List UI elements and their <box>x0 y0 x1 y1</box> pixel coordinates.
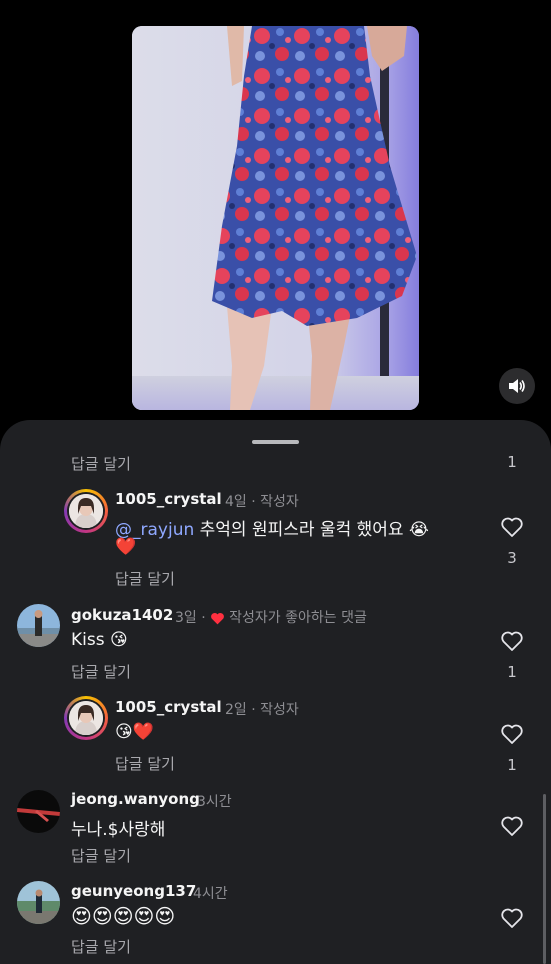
comment-text: 누나.$사랑해 <box>71 820 166 840</box>
meta-separator: · <box>251 494 256 510</box>
avatar[interactable] <box>17 790 60 833</box>
avatar[interactable] <box>64 489 108 533</box>
heart-outline-icon[interactable] <box>500 815 524 837</box>
author-badge: 작성자 <box>260 702 299 718</box>
sheet-grab-handle[interactable] <box>252 440 299 444</box>
avatar-photo <box>69 701 103 735</box>
reply-button[interactable]: 답글 달기 <box>71 936 131 957</box>
comment-username[interactable]: 1005_crystal <box>115 698 222 716</box>
comment-username[interactable]: geunyeong137 <box>71 882 196 900</box>
speaker-icon <box>509 379 525 393</box>
comment-text: 😘❤️ <box>115 722 154 742</box>
meta-separator: · <box>251 702 256 718</box>
video-frame-dress <box>132 26 419 410</box>
scrollbar[interactable] <box>543 794 546 964</box>
reply-button[interactable]: 답글 달기 <box>71 845 131 866</box>
sound-toggle-button[interactable] <box>499 368 535 404</box>
heart-outline-icon[interactable] <box>500 630 524 652</box>
heart-outline-icon[interactable] <box>500 723 524 745</box>
like-count[interactable]: 1 <box>502 453 522 471</box>
comment-time: 4일 <box>225 494 247 510</box>
comment-text-line2: ❤️ <box>115 537 137 557</box>
red-heart-icon <box>211 612 225 624</box>
comment-meta: 4일 · 작성자 <box>225 491 299 511</box>
comment-username[interactable]: jeong.wanyong <box>71 790 200 808</box>
video-player[interactable] <box>132 26 419 410</box>
reply-button[interactable]: 답글 달기 <box>71 661 131 682</box>
avatar-photo <box>17 604 60 647</box>
liked-by-author-label: 작성자가 좋아하는 댓글 <box>229 610 367 626</box>
comment-time: 3일 <box>175 610 197 626</box>
like-count[interactable]: 1 <box>502 756 522 774</box>
meta-separator: · <box>201 610 206 626</box>
avatar-photo <box>17 881 60 924</box>
avatar-photo <box>17 790 60 833</box>
comment-text: 😍😍😍😍😍 <box>71 904 176 928</box>
comment-time: 2일 <box>225 702 247 718</box>
comment-meta: 2일 · 작성자 <box>225 699 299 719</box>
avatar[interactable] <box>17 604 60 647</box>
heart-outline-icon[interactable] <box>500 907 524 929</box>
comment-username[interactable]: gokuza1402 <box>71 606 173 624</box>
comment-body: 추억의 원피스라 울컥 했어요 😭 <box>199 520 429 540</box>
comment-text: Kiss 😘 <box>71 630 128 650</box>
like-count[interactable]: 3 <box>502 549 522 567</box>
comment-time: 3시간 <box>197 794 232 810</box>
avatar[interactable] <box>64 696 108 740</box>
like-count[interactable]: 1 <box>502 663 522 681</box>
author-badge: 작성자 <box>260 494 299 510</box>
reply-button[interactable]: 답글 달기 <box>115 568 175 589</box>
reply-button[interactable]: 답글 달기 <box>71 453 131 474</box>
heart-outline-icon[interactable] <box>500 516 524 538</box>
comment-text: @_rayjun 추억의 원피스라 울컥 했어요 😭 <box>115 515 429 540</box>
comment-time: 4시간 <box>193 886 228 902</box>
comment-username[interactable]: 1005_crystal <box>115 490 222 508</box>
reply-button[interactable]: 답글 달기 <box>115 753 175 774</box>
comments-sheet: 답글 달기 1 1005_crystal 4일 · 작성자 @_rayjun 추… <box>0 420 551 964</box>
avatar-photo <box>69 494 103 528</box>
avatar[interactable] <box>17 881 60 924</box>
reel-comments-screen: 답글 달기 1 1005_crystal 4일 · 작성자 @_rayjun 추… <box>0 0 551 964</box>
comment-meta: 3일 · 작성자가 좋아하는 댓글 <box>175 607 367 627</box>
